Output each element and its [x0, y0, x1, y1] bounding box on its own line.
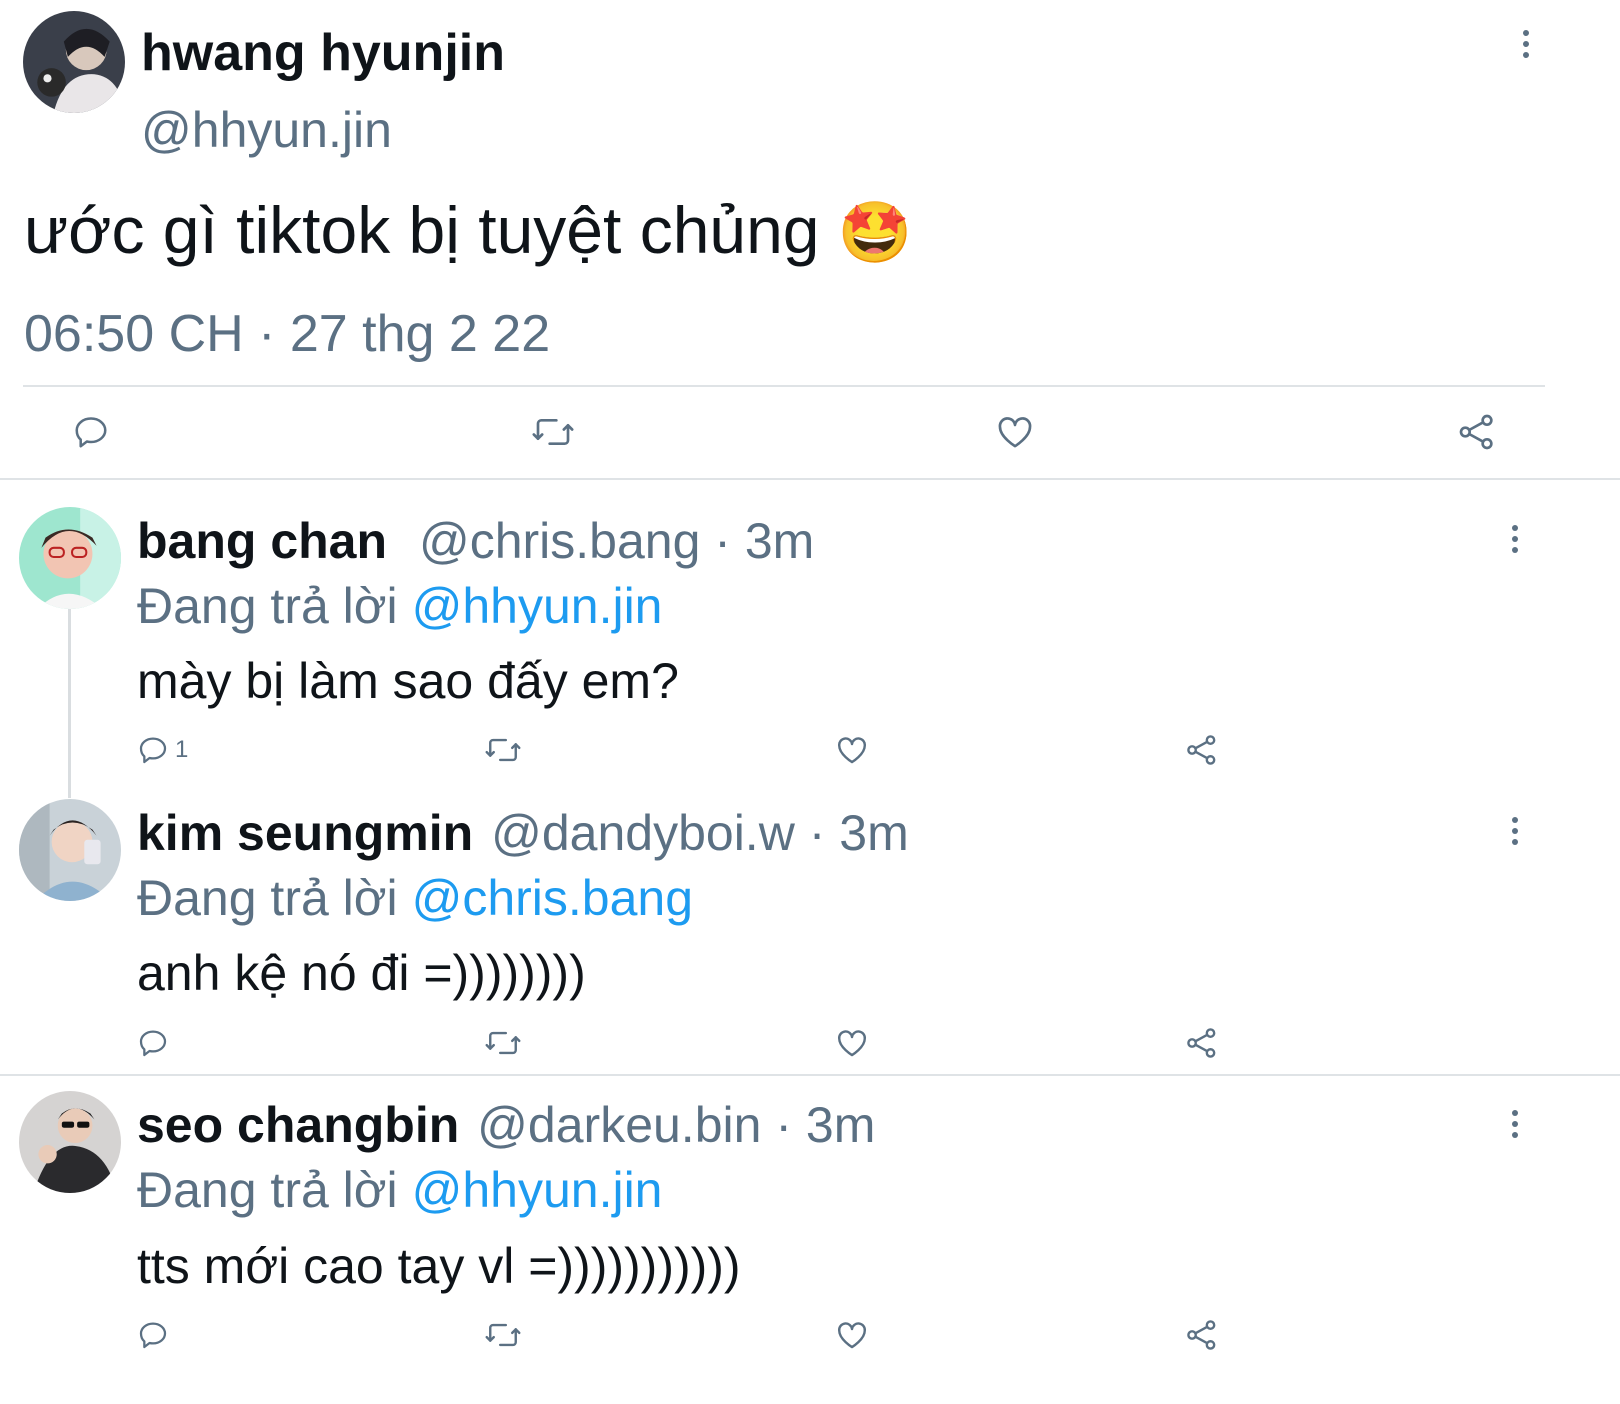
avatar[interactable] [19, 1091, 121, 1193]
replying-to-label: Đang trả lời [137, 870, 398, 926]
more-options-icon[interactable] [1507, 519, 1523, 559]
like-button[interactable] [835, 1318, 869, 1352]
replying-to-handle[interactable]: @chris.bang [412, 870, 693, 926]
author-name[interactable]: hwang hyunjin [141, 22, 505, 84]
reply-icon [75, 417, 107, 448]
replying-to-handle[interactable]: @hhyun.jin [412, 1162, 663, 1218]
reply-icon [139, 1322, 167, 1349]
author-name[interactable]: seo changbin [137, 1097, 459, 1153]
reply-text: tts mới cao tay vl =))))))))))) [137, 1238, 741, 1294]
reply-header: kim seungmin @dandyboi.w · 3m [137, 802, 909, 864]
section-divider [0, 478, 1620, 480]
timestamp[interactable]: 06:50 CH · 27 thg 2 22 [24, 302, 550, 366]
author-handle[interactable]: @darkeu.bin [477, 1097, 761, 1153]
action-bar [0, 410, 1620, 456]
retweet-button[interactable] [484, 1026, 522, 1060]
like-icon [998, 417, 1032, 448]
star-struck-emoji-icon: 🤩 [837, 198, 913, 268]
replying-to-handle[interactable]: @hhyun.jin [412, 578, 663, 634]
replying-to: Đang trả lời @hhyun.jin [137, 575, 662, 637]
reply-button[interactable]: 1 [137, 733, 188, 767]
reply-icon [139, 1030, 167, 1057]
share-button[interactable] [1185, 1318, 1219, 1352]
avatar[interactable] [23, 11, 125, 113]
more-options-icon[interactable] [1507, 811, 1523, 851]
post-time[interactable]: · 3m [775, 1097, 875, 1153]
like-icon [838, 1030, 866, 1057]
author-name[interactable]: bang chan [137, 513, 387, 569]
author-handle[interactable]: @chris.bang [419, 513, 700, 569]
reply-text: anh kệ nó đi =)))))))) [137, 945, 586, 1001]
share-icon [1187, 735, 1216, 765]
share-button[interactable] [1457, 412, 1497, 452]
retweet-icon [485, 1323, 521, 1347]
post-time[interactable]: · 3m [714, 513, 814, 569]
author-name[interactable]: kim seungmin [137, 805, 473, 861]
more-options-icon[interactable] [1518, 24, 1534, 64]
author-handle[interactable]: @dandyboi.w [491, 805, 795, 861]
retweet-icon [532, 419, 574, 445]
section-divider [0, 1074, 1620, 1076]
tweet-text: ước gì tiktok bị tuyệt chủng 🤩 [24, 190, 913, 273]
retweet-button[interactable] [484, 1318, 522, 1352]
avatar[interactable] [19, 799, 121, 901]
retweet-button[interactable] [531, 412, 575, 452]
replying-to: Đang trả lời @hhyun.jin [137, 1159, 662, 1221]
replying-to-label: Đang trả lời [137, 578, 398, 634]
retweet-icon [485, 738, 521, 762]
reply-button[interactable] [72, 412, 110, 452]
avatar[interactable] [19, 507, 121, 609]
post-time[interactable]: · 3m [809, 805, 909, 861]
reply-count: 1 [175, 736, 189, 763]
share-button[interactable] [1185, 1026, 1219, 1060]
reply-icon [139, 737, 167, 764]
share-icon [1459, 414, 1493, 450]
more-options-icon[interactable] [1507, 1104, 1523, 1144]
like-icon [838, 1322, 866, 1349]
like-icon [838, 737, 866, 764]
retweet-button[interactable] [484, 733, 522, 767]
reply-text: mày bị làm sao đấy em? [137, 653, 679, 709]
reply-header: seo changbin @darkeu.bin · 3m [137, 1094, 875, 1156]
share-button[interactable] [1185, 733, 1219, 767]
replying-to: Đang trả lời @chris.bang [137, 867, 693, 929]
like-button[interactable] [995, 412, 1035, 452]
thread-line [68, 609, 71, 798]
share-icon [1187, 1028, 1216, 1058]
divider [23, 385, 1545, 387]
tweet-text-body: ước gì tiktok bị tuyệt chủng [24, 193, 820, 267]
reply-header: bang chan @chris.bang · 3m [137, 510, 814, 572]
reply-button[interactable] [137, 1026, 169, 1060]
replying-to-label: Đang trả lời [137, 1162, 398, 1218]
reply-button[interactable] [137, 1318, 169, 1352]
share-icon [1187, 1320, 1216, 1350]
retweet-icon [485, 1031, 521, 1055]
like-button[interactable] [835, 1026, 869, 1060]
author-handle[interactable]: @hhyun.jin [141, 100, 392, 160]
like-button[interactable] [835, 733, 869, 767]
